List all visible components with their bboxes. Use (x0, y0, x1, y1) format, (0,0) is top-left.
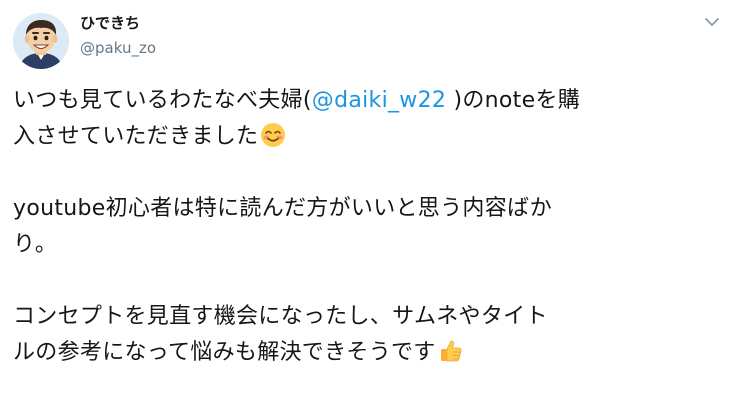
tweet-text-segment: ルの参考になって悩みも解決できそうです (13, 340, 436, 365)
display-name[interactable]: ひできち (80, 13, 156, 33)
tweet-text: いつも見ているわたなべ夫婦(@daiki_w22 )のnoteを購入させていただ… (13, 83, 728, 371)
tweet-menu-button[interactable] (702, 12, 722, 32)
chevron-down-icon (705, 18, 719, 26)
smiling-face-with-blush-icon (260, 122, 286, 148)
avatar[interactable] (13, 13, 69, 69)
tweet-paragraph-1: いつも見ているわたなべ夫婦(@daiki_w22 )のnoteを購入させていただ… (13, 83, 728, 155)
tweet-card: ひできち @paku_zo いつも見ているわたなべ夫婦(@daiki_w22 )… (0, 0, 737, 400)
tweet-paragraph-3: コンセプトを見直す機会になったし、サムネやタイト ルの参考になって悩みも解決できそ… (13, 299, 728, 371)
tweet-text-segment: youtube初心者は特に読んだ方がいいと思う内容ばか (13, 196, 553, 221)
author-block: ひできち @paku_zo (80, 13, 156, 59)
tweet-text-segment: コンセプトを見直す機会になったし、サムネやタイト (13, 304, 548, 329)
thumbs-up-icon (438, 338, 464, 364)
tweet-text-segment: 入させていただきました (13, 124, 259, 149)
tweet-text-segment: )のnoteを購 (446, 88, 581, 113)
avatar-image (13, 13, 69, 69)
mention-link[interactable]: @daiki_w22 (312, 88, 446, 113)
user-handle[interactable]: @paku_zo (80, 37, 156, 59)
tweet-paragraph-2: youtube初心者は特に読んだ方がいいと思う内容ばか り。 (13, 191, 728, 263)
tweet-text-segment: り。 (13, 232, 58, 257)
tweet-text-segment: いつも見ているわたなべ夫婦( (13, 88, 312, 113)
